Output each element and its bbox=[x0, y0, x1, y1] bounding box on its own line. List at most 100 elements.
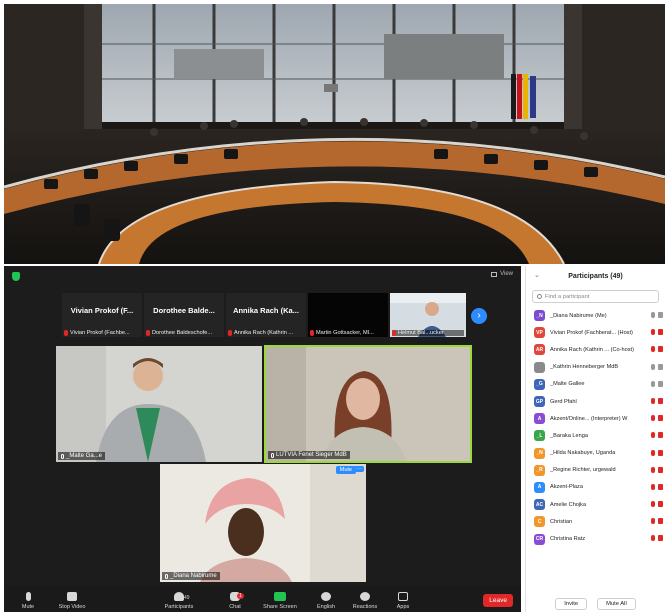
thumbnail-tile[interactable]: Vivian Prokof (F... Vivian Prokof (Fachb… bbox=[62, 293, 142, 337]
mic-muted-icon bbox=[651, 415, 655, 422]
chevron-down-icon[interactable]: ⌄ bbox=[534, 271, 540, 279]
video-off-icon bbox=[658, 397, 663, 404]
stop-video-button[interactable]: Stop Video bbox=[52, 592, 92, 610]
mute-all-button[interactable]: Mute All bbox=[597, 598, 636, 610]
participants-icon bbox=[174, 592, 184, 601]
participant-row[interactable]: _G _Malte Gallee bbox=[526, 376, 665, 393]
participant-row[interactable]: _L _Baraka Lenga bbox=[526, 427, 665, 444]
share-screen-button[interactable]: Share Screen bbox=[260, 592, 300, 610]
video-tile-speaker1[interactable]: _Malte Ga...e bbox=[56, 346, 262, 462]
participant-row[interactable]: _N _Diana Nabirume (Me) bbox=[526, 307, 665, 324]
mic-icon bbox=[165, 573, 168, 579]
participant-row[interactable]: GP Gerd Pfahl bbox=[526, 393, 665, 410]
participant-row[interactable]: AR Annika Rach (Kathrin ... (Co-host) bbox=[526, 341, 665, 358]
video-off-icon bbox=[658, 329, 663, 336]
participant-row[interactable]: AC Amelie Chojka bbox=[526, 496, 665, 513]
mic-icon bbox=[651, 312, 655, 318]
mute-button[interactable]: Mute bbox=[8, 592, 48, 610]
participant-row[interactable]: A Akzent/Online... (Interpreter) W bbox=[526, 410, 665, 427]
video-off-icon bbox=[658, 466, 663, 473]
participant-row[interactable]: CR Christina Ratz bbox=[526, 530, 665, 547]
participant-row[interactable]: _R _Regine Richter, urgewald bbox=[526, 462, 665, 479]
panel-header: ⌄ Participants (49) bbox=[526, 266, 665, 286]
participant-name: Vivian Prokof (Fachberat... (Host) bbox=[550, 329, 633, 336]
participants-label: Participants bbox=[164, 604, 194, 610]
avatar: AR bbox=[534, 344, 545, 356]
video-off-icon bbox=[658, 449, 663, 456]
speaker3-label: _Diana Nabirume bbox=[162, 572, 220, 580]
participant-name: Amelie Chojka bbox=[550, 501, 587, 508]
search-icon bbox=[537, 294, 542, 299]
reactions-button[interactable]: Reactions bbox=[345, 592, 385, 610]
video-off-icon bbox=[658, 346, 663, 353]
avatar: GP bbox=[534, 396, 545, 408]
mic-muted-icon bbox=[651, 449, 655, 456]
participant-video bbox=[266, 347, 470, 461]
thumbnail-tile[interactable]: Dorothee Balde... Dorothee Baldeschofe..… bbox=[144, 293, 224, 337]
thumbnail-label-row: Annika Rach (Kathrin ... bbox=[228, 330, 304, 336]
participant-name: Christian bbox=[550, 518, 573, 525]
chat-button[interactable]: 1 Chat bbox=[215, 592, 255, 610]
video-off-icon bbox=[658, 380, 663, 387]
encryption-shield-icon[interactable] bbox=[12, 272, 20, 281]
avatar: _R bbox=[534, 464, 545, 476]
video-tile-self[interactable]: Mute ··· _Diana Nabirume bbox=[160, 464, 366, 582]
video-off-icon bbox=[658, 483, 663, 490]
thumbnail-label-row: Vivian Prokof (Fachbe... bbox=[64, 330, 140, 336]
interpretation-button[interactable]: English bbox=[306, 592, 346, 610]
avatar bbox=[534, 361, 545, 373]
participant-name: _Baraka Lenga bbox=[550, 432, 588, 439]
apps-button[interactable]: Apps bbox=[383, 592, 423, 610]
mute-participant-button[interactable]: Mute bbox=[335, 466, 356, 474]
next-page-arrow-icon[interactable]: › bbox=[471, 308, 487, 324]
thumbnail-tile[interactable]: Martin Gottsacker, MI... bbox=[308, 293, 388, 337]
avatar: AC bbox=[534, 499, 545, 511]
conference-room-photo bbox=[4, 4, 665, 264]
participant-name: _Kathrin Henneberger MdB bbox=[550, 364, 619, 371]
participant-name: _Hilda Nakabuye, Uganda bbox=[550, 450, 616, 457]
thumbnail-label-row: Dorothee Baldeschofe... bbox=[146, 330, 222, 336]
mic-muted-icon bbox=[651, 501, 655, 508]
participant-search-input[interactable]: Find a participant bbox=[532, 290, 659, 303]
thumbnail-name: Annika Rach (Ka... bbox=[233, 306, 299, 315]
mic-muted-icon bbox=[392, 330, 396, 336]
participant-name: Akzent/Online... (Interpreter) W bbox=[550, 415, 628, 422]
participant-row[interactable]: A Akzent-Plaza bbox=[526, 479, 665, 496]
mic-muted-icon bbox=[310, 330, 314, 336]
avatar: VP bbox=[534, 327, 545, 339]
mic-muted-icon bbox=[651, 483, 655, 490]
thumbnail-strip: Vivian Prokof (F... Vivian Prokof (Fachb… bbox=[62, 293, 466, 337]
search-placeholder: Find a participant bbox=[545, 293, 590, 300]
mic-icon bbox=[651, 380, 655, 387]
thumbnail-tile[interactable]: Annika Rach (Ka... Annika Rach (Kathrin … bbox=[226, 293, 306, 337]
more-options-icon[interactable]: ··· bbox=[354, 466, 364, 472]
camera-icon bbox=[67, 592, 77, 601]
participant-row[interactable]: VP Vivian Prokof (Fachberat... (Host) bbox=[526, 324, 665, 341]
thumbnail-label-row: Martin Gottsacker, MI... bbox=[310, 330, 386, 336]
mic-muted-icon bbox=[651, 346, 655, 353]
smiley-icon bbox=[360, 592, 370, 601]
participant-name: Annika Rach (Kathrin ... (Co-host) bbox=[550, 346, 634, 353]
participant-name: _Malte Gallee bbox=[550, 381, 585, 388]
leave-button[interactable]: Leave bbox=[483, 594, 513, 607]
participant-row[interactable]: _Kathrin Henneberger MdB bbox=[526, 359, 665, 376]
mic-icon bbox=[651, 363, 655, 370]
thumbnail-video-tile[interactable]: Helmut Bal...ucker bbox=[390, 293, 466, 337]
mic-muted-icon bbox=[64, 330, 68, 336]
thumbnail-label: Martin Gottsacker, MI... bbox=[316, 330, 374, 336]
speaker1-name: _Malte Ga...e bbox=[66, 453, 103, 459]
video-tile-speaker2[interactable]: LUTVIA Fenet Sieger MdB bbox=[264, 345, 472, 463]
participant-row[interactable]: _N _Hilda Nakabuye, Uganda bbox=[526, 445, 665, 462]
participant-video bbox=[56, 346, 262, 462]
view-button[interactable]: View bbox=[491, 271, 513, 277]
invite-button[interactable]: Invite bbox=[555, 598, 588, 610]
participant-name: Gerd Pfahl bbox=[550, 398, 577, 405]
mic-muted-icon bbox=[651, 397, 655, 404]
meeting-window: View Vivian Prokof (F... Vivian Prokof (… bbox=[4, 266, 521, 612]
participants-button[interactable]: 49 Participants bbox=[159, 592, 199, 610]
participant-row[interactable]: C Christian bbox=[526, 513, 665, 530]
mic-muted-icon bbox=[651, 432, 655, 439]
speaker2-name: LUTVIA Fenet Sieger MdB bbox=[276, 452, 347, 458]
conference-room-image bbox=[4, 4, 665, 264]
mic-muted-icon bbox=[228, 330, 232, 336]
